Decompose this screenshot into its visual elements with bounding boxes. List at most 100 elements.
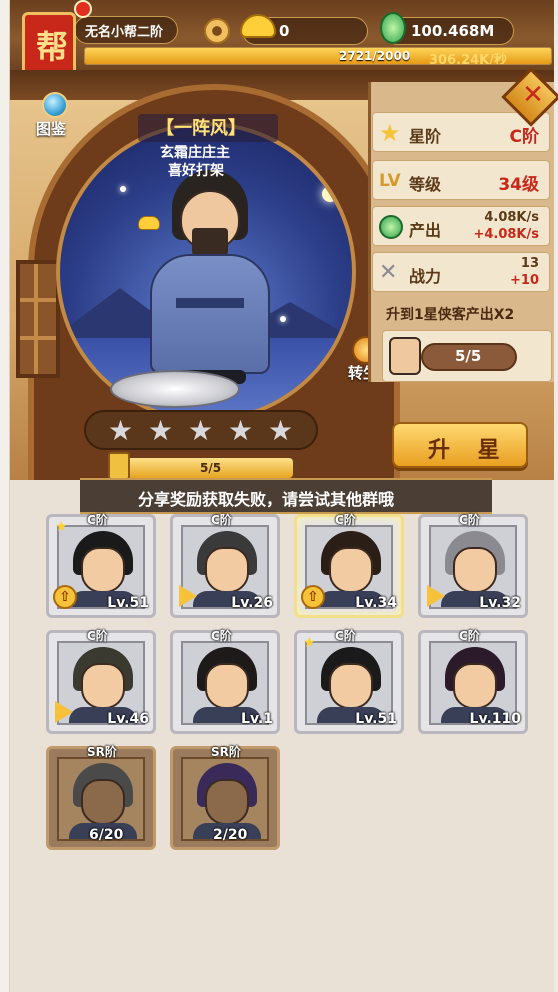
red-dot-icon	[74, 0, 92, 18]
stat-label: 产出	[409, 221, 442, 240]
hero-fragments: 2/20	[213, 827, 248, 843]
hero-title-2: 喜好打架	[168, 163, 224, 179]
portrait-face	[81, 663, 125, 709]
hero-belt	[176, 298, 244, 308]
rating-star-icon: ★	[148, 414, 174, 447]
level-icon: LV	[379, 171, 401, 191]
stat-label: 等级	[409, 175, 442, 194]
hero-card[interactable]: C阶 Lv.26	[170, 513, 280, 618]
star-rating-bar: ★ ★ ★ ★ ★	[84, 410, 318, 450]
hero-rank: C阶	[335, 513, 356, 527]
crossed-swords-icon: ✕	[379, 260, 398, 285]
hero-card[interactable]: C阶 Lv.32	[418, 513, 528, 618]
stat-value: 13	[520, 256, 539, 271]
portrait-face	[81, 779, 125, 825]
hero-card[interactable]: C阶 Lv.1	[170, 629, 280, 734]
stat-label: 战力	[409, 267, 442, 286]
hero-rank: C阶	[335, 629, 356, 643]
upgrade-tip-text: 升到1星侠客产出X2	[386, 307, 515, 323]
hero-pedestal	[110, 370, 240, 408]
play-arrow-icon[interactable]	[427, 585, 445, 607]
stat-bonus: +10	[510, 273, 539, 288]
xp-bar: 2721/2000 306.24K/秒	[84, 47, 552, 65]
share-toast-text: 分享奖励获取失败，请尝试其他群哦	[138, 490, 395, 509]
ingot-amount: 0	[279, 22, 290, 40]
portrait-face	[205, 779, 249, 825]
upgrade-tip: 升到1星侠客产出X2	[372, 300, 550, 326]
hero-card[interactable]: SR阶 6/20	[46, 745, 156, 850]
rating-star-icon: ★	[268, 414, 294, 447]
atlas-label: 图鉴	[36, 120, 67, 138]
hammer-icon	[108, 452, 130, 480]
game-screen: 无名小帮二阶 0 100.468M 2721/2000 306.24K/秒 帮	[0, 0, 558, 992]
hero-card[interactable]: C阶 Lv.110	[418, 629, 528, 734]
hero-title-1: 玄霜庄庄主	[160, 145, 230, 161]
rebirth-progress-box: 5/5	[382, 330, 552, 382]
left-edge-strip	[0, 0, 10, 992]
star-icon: ★	[379, 119, 401, 147]
star-icon: ★	[55, 519, 68, 535]
stat-row: ✕ 战力 13 +10	[372, 252, 550, 292]
star-icon: ★	[303, 635, 316, 651]
hero-rank: C阶	[211, 629, 232, 643]
hero-level: Lv.110	[469, 711, 521, 727]
hero-card[interactable]: C阶 ★ Lv.51	[294, 629, 404, 734]
stat-value: 4.08K/s	[484, 210, 539, 225]
atlas-orb-icon	[42, 92, 68, 118]
portrait-face	[329, 547, 373, 593]
stat-row: 产出 4.08K/s +4.08K/s	[372, 206, 550, 246]
gold-ingot-icon	[138, 216, 160, 230]
hero-rank: C阶	[459, 513, 480, 527]
upgrade-star-label[interactable]: 升 星	[428, 432, 510, 464]
play-arrow-icon[interactable]	[179, 585, 197, 607]
star-progress-text: 5/5	[200, 461, 222, 475]
guild-badge-char: 帮	[35, 28, 68, 66]
hero-rank: C阶	[87, 513, 108, 527]
portrait-face	[205, 547, 249, 593]
portrait-face	[453, 663, 497, 709]
stat-value: 34级	[498, 175, 539, 195]
hero-level: Lv.1	[241, 711, 273, 727]
hero-level: Lv.26	[231, 595, 273, 611]
hero-rank: C阶	[211, 513, 232, 527]
hero-name: 【一阵风】	[156, 118, 246, 139]
hero-rank: C阶	[87, 629, 108, 643]
hero-card[interactable]: C阶 ⇧ Lv.34	[294, 513, 404, 618]
hero-level: Lv.51	[355, 711, 397, 727]
hero-card[interactable]: C阶 Lv.46	[46, 629, 156, 734]
stat-value: C阶	[509, 127, 539, 147]
stat-label: 星阶	[409, 127, 442, 146]
hero-card[interactable]: C阶 ★ ⇧ Lv.51	[46, 513, 156, 618]
jade-icon	[380, 12, 406, 44]
portrait-face	[205, 663, 249, 709]
rank-name: 无名小帮二阶	[85, 25, 164, 40]
rating-star-icon: ★	[108, 414, 134, 447]
rank-pill: 无名小帮二阶	[74, 16, 178, 44]
stat-row: LV 等级 34级	[372, 160, 550, 200]
hero-figure[interactable]	[120, 170, 300, 400]
hero-rank: SR阶	[211, 745, 241, 759]
income-rate: 306.24K/秒	[429, 53, 507, 65]
upgrade-arrow-icon[interactable]: ⇧	[53, 585, 77, 609]
hero-level: Lv.46	[107, 711, 149, 727]
close-icon[interactable]: ✕	[518, 80, 548, 110]
portrait-face	[453, 547, 497, 593]
portrait-face	[329, 663, 373, 709]
rating-star-icon: ★	[188, 414, 214, 447]
play-arrow-icon[interactable]	[55, 701, 73, 723]
stat-bonus: +4.08K/s	[473, 227, 539, 242]
hero-level: Lv.32	[479, 595, 521, 611]
upgrade-arrow-icon[interactable]: ⇧	[301, 585, 325, 609]
atlas-button[interactable]: 图鉴	[32, 92, 76, 140]
portrait-face	[81, 547, 125, 593]
hero-card[interactable]: SR阶 2/20	[170, 745, 280, 850]
hero-level: Lv.51	[107, 595, 149, 611]
jade-icon	[379, 215, 403, 239]
xp-text: 2721/2000	[339, 49, 411, 63]
mini-hero-portrait	[389, 337, 421, 375]
rating-star-icon: ★	[228, 414, 254, 447]
rebirth-progress-text: 5/5	[455, 347, 482, 365]
hero-robe	[150, 254, 270, 374]
settings-gear-icon[interactable]	[204, 18, 230, 44]
right-edge-strip	[554, 0, 558, 992]
